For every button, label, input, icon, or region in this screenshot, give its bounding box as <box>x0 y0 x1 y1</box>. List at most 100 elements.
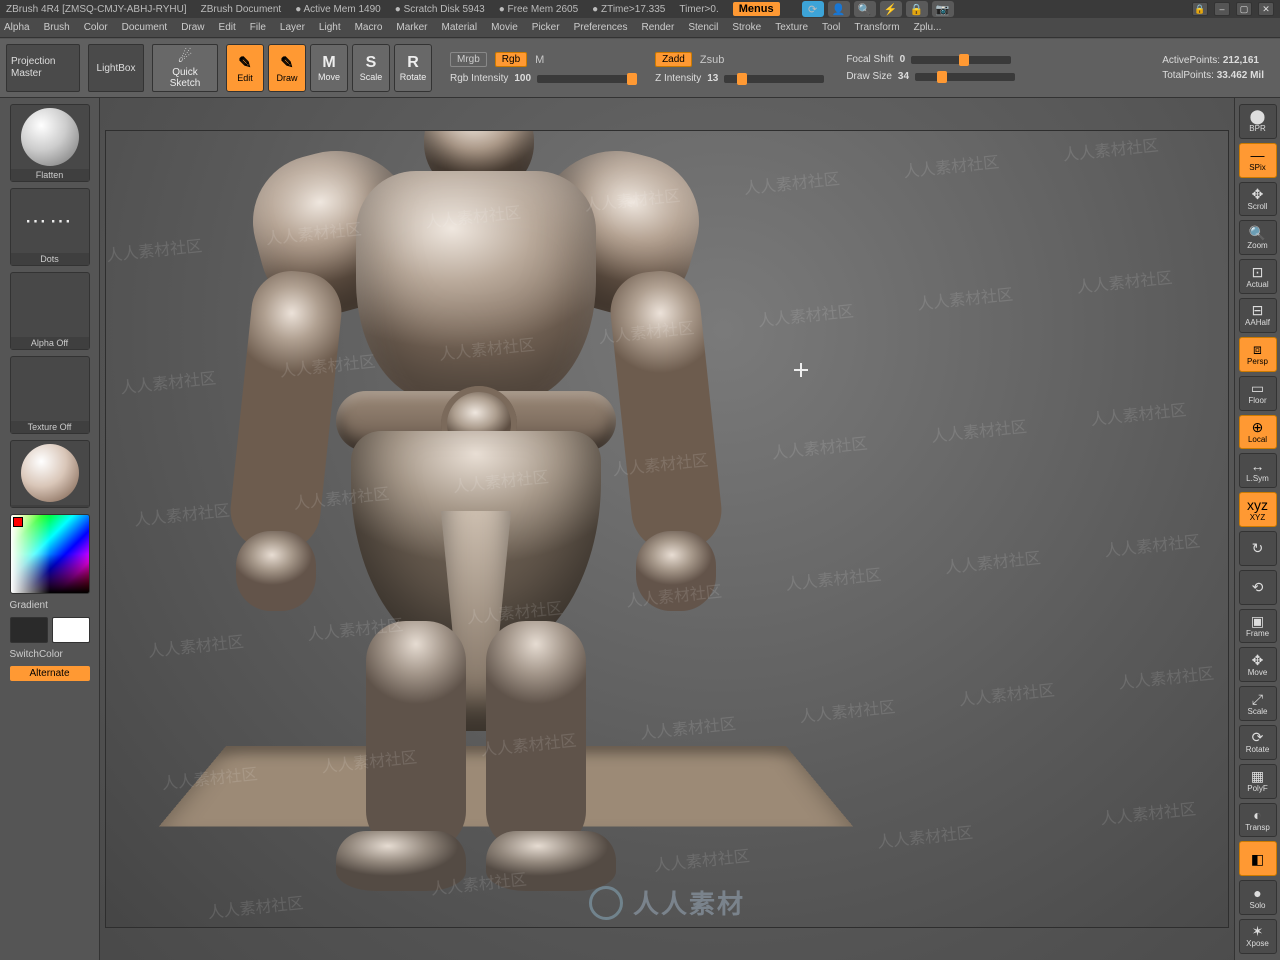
camera-icon[interactable]: 📷 <box>932 1 954 17</box>
app-title: ZBrush 4R4 [ZMSQ-CMJY-ABHJ-RYHU] <box>6 4 187 15</box>
scale-button[interactable]: ⤢Scale <box>1239 686 1277 721</box>
zadd-button[interactable]: Zadd <box>655 52 692 67</box>
aahalf-button[interactable]: ⊟AAHalf <box>1239 298 1277 333</box>
alternate-button[interactable]: Alternate <box>10 666 90 681</box>
bpr-button[interactable]: ⬤BPR <box>1239 104 1277 139</box>
polyf-button[interactable]: ▦PolyF <box>1239 764 1277 799</box>
xpose-button[interactable]: ✶Xpose <box>1239 919 1277 954</box>
menu-draw[interactable]: Draw <box>181 22 204 33</box>
z-intensity-slider[interactable] <box>724 75 824 83</box>
polycount-block: ActivePoints: 212,161 TotalPoints: 33.46… <box>1162 55 1274 81</box>
rgb-intensity-value: 100 <box>514 73 531 84</box>
xyz-button[interactable]: xyzXYZ <box>1239 492 1277 527</box>
refresh-icon[interactable]: ⟳ <box>802 1 824 17</box>
material-slot[interactable] <box>10 440 90 508</box>
floor-button[interactable]: ▭Floor <box>1239 376 1277 411</box>
mrgb-button[interactable]: Mrgb <box>450 52 487 67</box>
projection-master-button[interactable]: Projection Master <box>6 44 80 92</box>
local-button[interactable]: ⊕Local <box>1239 415 1277 450</box>
close-icon[interactable]: ✕ <box>1258 2 1274 16</box>
main-area: Flatten ⋯⋯ Dots Alpha Off Texture Off Gr… <box>0 98 1280 960</box>
stat-free-mem: ● Free Mem 2605 <box>499 4 578 15</box>
gradient-label[interactable]: Gradient <box>10 600 90 611</box>
focal-shift-slider[interactable] <box>911 56 1011 64</box>
nav-button[interactable]: ⟲ <box>1239 570 1277 605</box>
texture-slot[interactable]: Texture Off <box>10 356 90 434</box>
nav-button[interactable]: ↻ <box>1239 531 1277 566</box>
menu-layer[interactable]: Layer <box>280 22 305 33</box>
move-mode-button[interactable]: MMove <box>310 44 348 92</box>
rotate-mode-button[interactable]: RRotate <box>394 44 432 92</box>
edit-mode-button[interactable]: ✎Edit <box>226 44 264 92</box>
frame-button[interactable]: ▣Frame <box>1239 609 1277 644</box>
search-icon[interactable]: 🔍 <box>854 1 876 17</box>
menu-transform[interactable]: Transform <box>854 22 899 33</box>
solo-button[interactable]: ●Solo <box>1239 880 1277 915</box>
stat-scratch: ● Scratch Disk 5943 <box>395 4 485 15</box>
transp-button[interactable]: ◐Transp <box>1239 803 1277 838</box>
titlebar: ZBrush 4R4 [ZMSQ-CMJY-ABHJ-RYHU] ZBrush … <box>0 0 1280 18</box>
menu-edit[interactable]: Edit <box>219 22 236 33</box>
title-tool-icons: ⟳ 👤 🔍 ⚡ 🔒 📷 <box>802 1 954 17</box>
persp-button[interactable]: ⧈Persp <box>1239 337 1277 372</box>
menu-tool[interactable]: Tool <box>822 22 840 33</box>
menus-button[interactable]: Menus <box>733 2 780 16</box>
document-viewport[interactable]: 人人素材社区人人素材社区人人素材社区人人素材社区人人素材社区人人素材社区人人素材… <box>105 130 1229 928</box>
switchcolor-label[interactable]: SwitchColor <box>10 649 90 660</box>
move-button[interactable]: ✥Move <box>1239 647 1277 682</box>
draw-mode-button[interactable]: ✎Draw <box>268 44 306 92</box>
rgb-intensity-label: Rgb Intensity <box>450 73 508 84</box>
z-intensity-label: Z Intensity <box>655 73 701 84</box>
menu-brush[interactable]: Brush <box>44 22 70 33</box>
menu-texture[interactable]: Texture <box>775 22 808 33</box>
menu-macro[interactable]: Macro <box>355 22 383 33</box>
user-icon[interactable]: 👤 <box>828 1 850 17</box>
zoom-button[interactable]: 🔍Zoom <box>1239 220 1277 255</box>
scale-mode-button[interactable]: SScale <box>352 44 390 92</box>
actual-button[interactable]: ⊡Actual <box>1239 259 1277 294</box>
canvas[interactable]: 人人素材社区人人素材社区人人素材社区人人素材社区人人素材社区人人素材社区人人素材… <box>100 98 1234 960</box>
menu-stencil[interactable]: Stencil <box>688 22 718 33</box>
rotate-button[interactable]: ⟳Rotate <box>1239 725 1277 760</box>
lock-icon[interactable]: 🔒 <box>906 1 928 17</box>
maximize-icon[interactable]: ▢ <box>1236 2 1252 16</box>
top-shelf: Projection Master LightBox ☄Quick Sketch… <box>0 38 1280 98</box>
transform-modes: ✎Edit✎DrawMMoveSScaleRRotate <box>226 44 432 92</box>
spix-button[interactable]: —SPix <box>1239 143 1277 178</box>
zsub-button[interactable]: Zsub <box>700 54 724 66</box>
menu-material[interactable]: Material <box>442 22 478 33</box>
quicksketch-button[interactable]: ☄Quick Sketch <box>152 44 218 92</box>
draw-size-label: Draw Size <box>846 71 892 82</box>
menu-alpha[interactable]: Alpha <box>4 22 30 33</box>
scroll-button[interactable]: ✥Scroll <box>1239 182 1277 217</box>
draw-size-slider[interactable] <box>915 73 1015 81</box>
minimize-icon[interactable]: – <box>1214 2 1230 16</box>
menu-picker[interactable]: Picker <box>532 22 560 33</box>
menu-preferences[interactable]: Preferences <box>574 22 628 33</box>
menu-zplu[interactable]: Zplu... <box>914 22 942 33</box>
menu-stroke[interactable]: Stroke <box>732 22 761 33</box>
stat-timer: Timer>0. <box>679 4 718 15</box>
brush-slot[interactable]: Flatten <box>10 104 90 182</box>
m-button[interactable]: M <box>535 54 544 66</box>
switch-colors[interactable] <box>10 617 90 643</box>
color-picker[interactable] <box>10 514 90 594</box>
bolt-icon[interactable]: ⚡ <box>880 1 902 17</box>
menu-movie[interactable]: Movie <box>491 22 518 33</box>
alpha-slot[interactable]: Alpha Off <box>10 272 90 350</box>
rgb-intensity-slider[interactable] <box>537 75 637 83</box>
cursor-crosshair-icon <box>794 363 808 377</box>
nav-button[interactable]: ◧ <box>1239 841 1277 876</box>
stroke-slot[interactable]: ⋯⋯ Dots <box>10 188 90 266</box>
rgb-button[interactable]: Rgb <box>495 52 527 67</box>
menu-color[interactable]: Color <box>84 22 108 33</box>
menubar: Alpha Brush Color Document Draw Edit File Layer… <box>0 18 1280 38</box>
menu-render[interactable]: Render <box>642 22 675 33</box>
lightbox-button[interactable]: LightBox <box>88 44 144 92</box>
menu-document[interactable]: Document <box>122 22 168 33</box>
menu-marker[interactable]: Marker <box>396 22 427 33</box>
menu-light[interactable]: Light <box>319 22 341 33</box>
menu-file[interactable]: File <box>250 22 266 33</box>
lsym-button[interactable]: ↔L.Sym <box>1239 453 1277 488</box>
lock2-icon[interactable]: 🔒 <box>1192 2 1208 16</box>
